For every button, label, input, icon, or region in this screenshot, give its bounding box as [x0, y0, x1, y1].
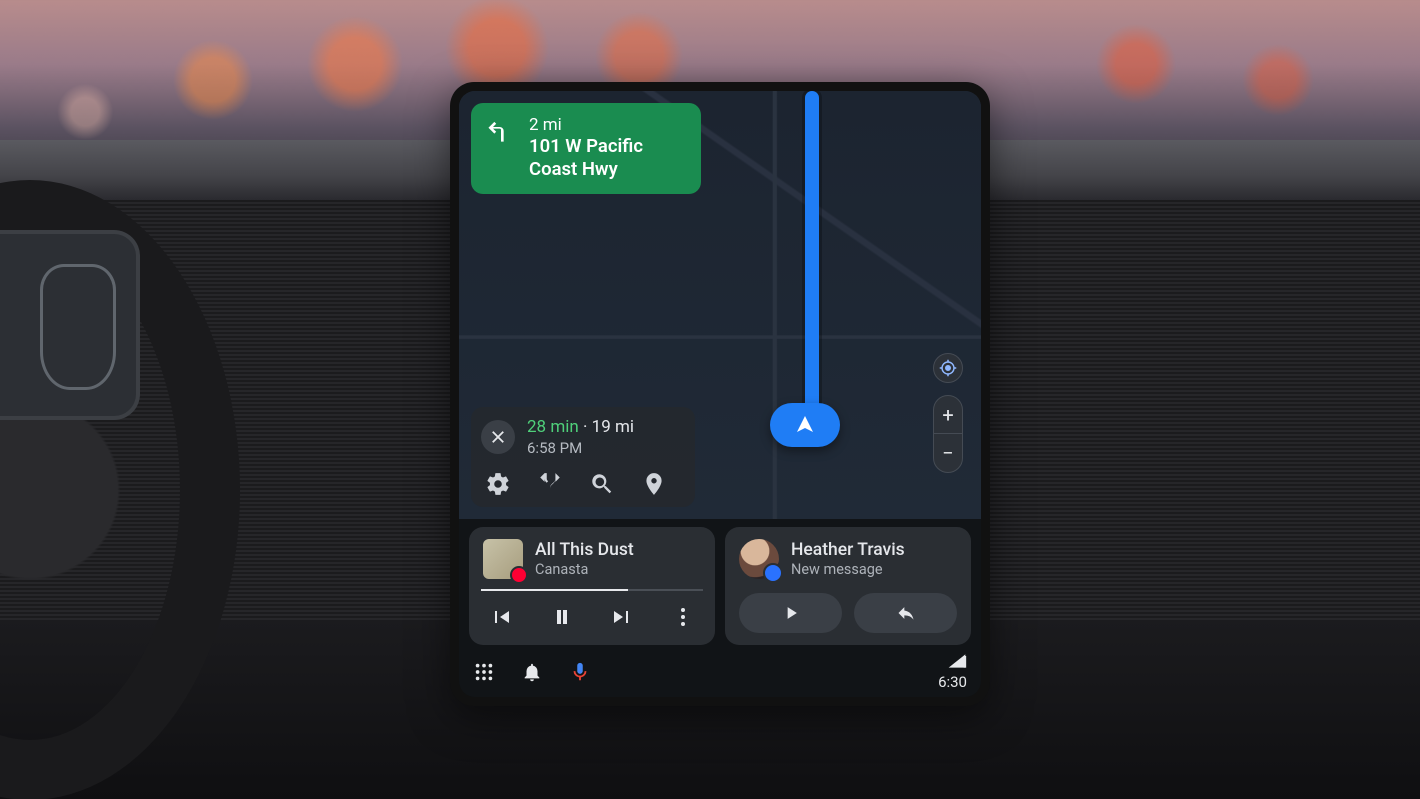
eta-separator: · [579, 417, 592, 437]
reply-icon [896, 603, 916, 623]
turn-left-icon [485, 115, 517, 147]
vehicle-marker [770, 403, 840, 447]
track-title: All This Dust [535, 540, 634, 560]
voice-assistant-button[interactable] [569, 661, 589, 683]
play-message-button[interactable] [739, 593, 842, 633]
pause-button[interactable] [550, 605, 574, 629]
turn-direction-card[interactable]: 2 mi 101 W Pacific Coast Hwy [471, 103, 701, 194]
message-card[interactable]: Heather Travis New message [725, 527, 971, 645]
more-options-button[interactable] [671, 605, 695, 629]
message-sender: Heather Travis [791, 540, 905, 560]
recenter-button[interactable] [933, 353, 963, 383]
arrival-time: 6:58 PM [527, 439, 634, 457]
head-unit: 2 mi 101 W Pacific Coast Hwy 28 min · 19… [450, 82, 990, 706]
signal-icon [947, 653, 967, 672]
alt-routes-icon[interactable] [537, 471, 563, 497]
previous-track-button[interactable] [489, 605, 513, 629]
nav-bar: 6:30 [459, 651, 981, 697]
play-icon [781, 603, 801, 623]
zoom-in-button[interactable]: + [934, 396, 962, 434]
notifications-button[interactable] [521, 661, 543, 683]
message-status: New message [791, 561, 905, 578]
zoom-out-button[interactable]: − [934, 434, 962, 472]
album-art [483, 539, 523, 579]
screen: 2 mi 101 W Pacific Coast Hwy 28 min · 19… [459, 91, 981, 697]
cards-row: All This Dust Canasta Heather Tr [459, 519, 981, 651]
media-card[interactable]: All This Dust Canasta [469, 527, 715, 645]
zoom-control: + − [933, 395, 963, 473]
turn-distance: 2 mi [529, 115, 679, 135]
track-artist: Canasta [535, 561, 634, 578]
map-view[interactable]: 2 mi 101 W Pacific Coast Hwy 28 min · 19… [459, 91, 981, 519]
crosshair-icon [939, 359, 957, 377]
route-line [805, 91, 819, 442]
remaining-distance: 19 mi [592, 417, 634, 437]
next-track-button[interactable] [610, 605, 634, 629]
instrument-cluster [0, 230, 140, 420]
reply-button[interactable] [854, 593, 957, 633]
close-trip-button[interactable] [481, 420, 515, 454]
status-time: 6:30 [938, 673, 967, 691]
settings-icon[interactable] [485, 471, 511, 497]
trip-info-panel: 28 min · 19 mi 6:58 PM [471, 407, 695, 507]
search-icon[interactable] [589, 471, 615, 497]
playback-progress[interactable] [481, 589, 703, 591]
turn-road-name: 101 W Pacific Coast Hwy [529, 135, 679, 180]
app-launcher-button[interactable] [473, 661, 495, 683]
contact-avatar [739, 539, 779, 579]
eta-minutes: 28 min [527, 417, 579, 437]
location-pin-icon[interactable] [641, 471, 667, 497]
